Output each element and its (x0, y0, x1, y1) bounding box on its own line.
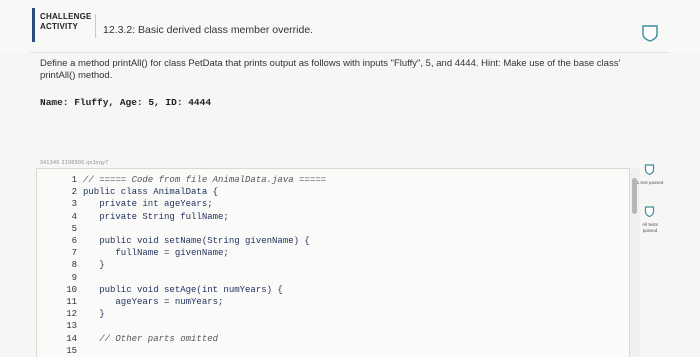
line-number: 4 (71, 211, 77, 222)
line-number: 15 (66, 345, 77, 356)
line-number: 9 (71, 272, 77, 283)
code-text[interactable]: public void setName(String givenName) { (83, 236, 310, 246)
code-text[interactable]: } (83, 309, 104, 319)
code-text[interactable]: // Other parts omitted (83, 334, 218, 344)
line-number: 7 (71, 248, 77, 259)
first-test-status: 1 test passed (636, 180, 664, 185)
accent-bar (32, 8, 35, 42)
sample-output: Name: Fluffy, Age: 5, ID: 4444 (40, 97, 212, 108)
line-number: 5 (71, 223, 77, 234)
line-number: 3 (71, 199, 77, 210)
line-number: 13 (66, 321, 77, 332)
code-editor[interactable]: 1 // ===== Code from file AnimalData.java… (36, 168, 630, 357)
activity-header: CHALLENGE ACTIVITY 12.3.2: Basic derived… (0, 0, 700, 52)
line-number: 2 (71, 187, 77, 198)
code-text[interactable]: ageYears = numYears; (83, 297, 223, 307)
line-number: 14 (66, 333, 77, 344)
line-number: 1 (71, 175, 77, 185)
activity-prompt: Define a method printAll() for class Pet… (40, 58, 621, 81)
test-status-icon (644, 164, 655, 175)
code-text[interactable]: // ===== Code from file AnimalData.java … (83, 175, 326, 185)
code-text[interactable]: private int ageYears; (83, 199, 212, 209)
line-number: 8 (71, 260, 77, 271)
code-text[interactable]: public void setAge(int numYears) { (83, 285, 283, 295)
header-divider (95, 14, 96, 38)
activity-title: 12.3.2: Basic derived class member overr… (103, 24, 314, 36)
code-text[interactable]: public class AnimalData { (83, 187, 218, 197)
line-number: 11 (66, 297, 77, 307)
test-status-icon (644, 206, 655, 217)
line-number: 6 (71, 236, 77, 246)
code-text[interactable]: private String fullName; (83, 212, 229, 222)
line-number: 10 (66, 284, 77, 295)
badge-line-1: CHALLENGE (40, 12, 92, 21)
code-text[interactable]: fullName = givenName; (83, 248, 228, 258)
shield-icon (642, 25, 658, 42)
challenge-activity-badge: CHALLENGE ACTIVITY (40, 12, 92, 32)
header-separator (30, 52, 670, 53)
code-id-label: 341340 2198900.qx3zqy7 (40, 160, 109, 166)
all-tests-status: All tests passed (642, 222, 658, 233)
badge-line-2: ACTIVITY (40, 22, 79, 31)
line-number: 12 (66, 309, 77, 320)
code-text[interactable]: } (83, 260, 104, 270)
